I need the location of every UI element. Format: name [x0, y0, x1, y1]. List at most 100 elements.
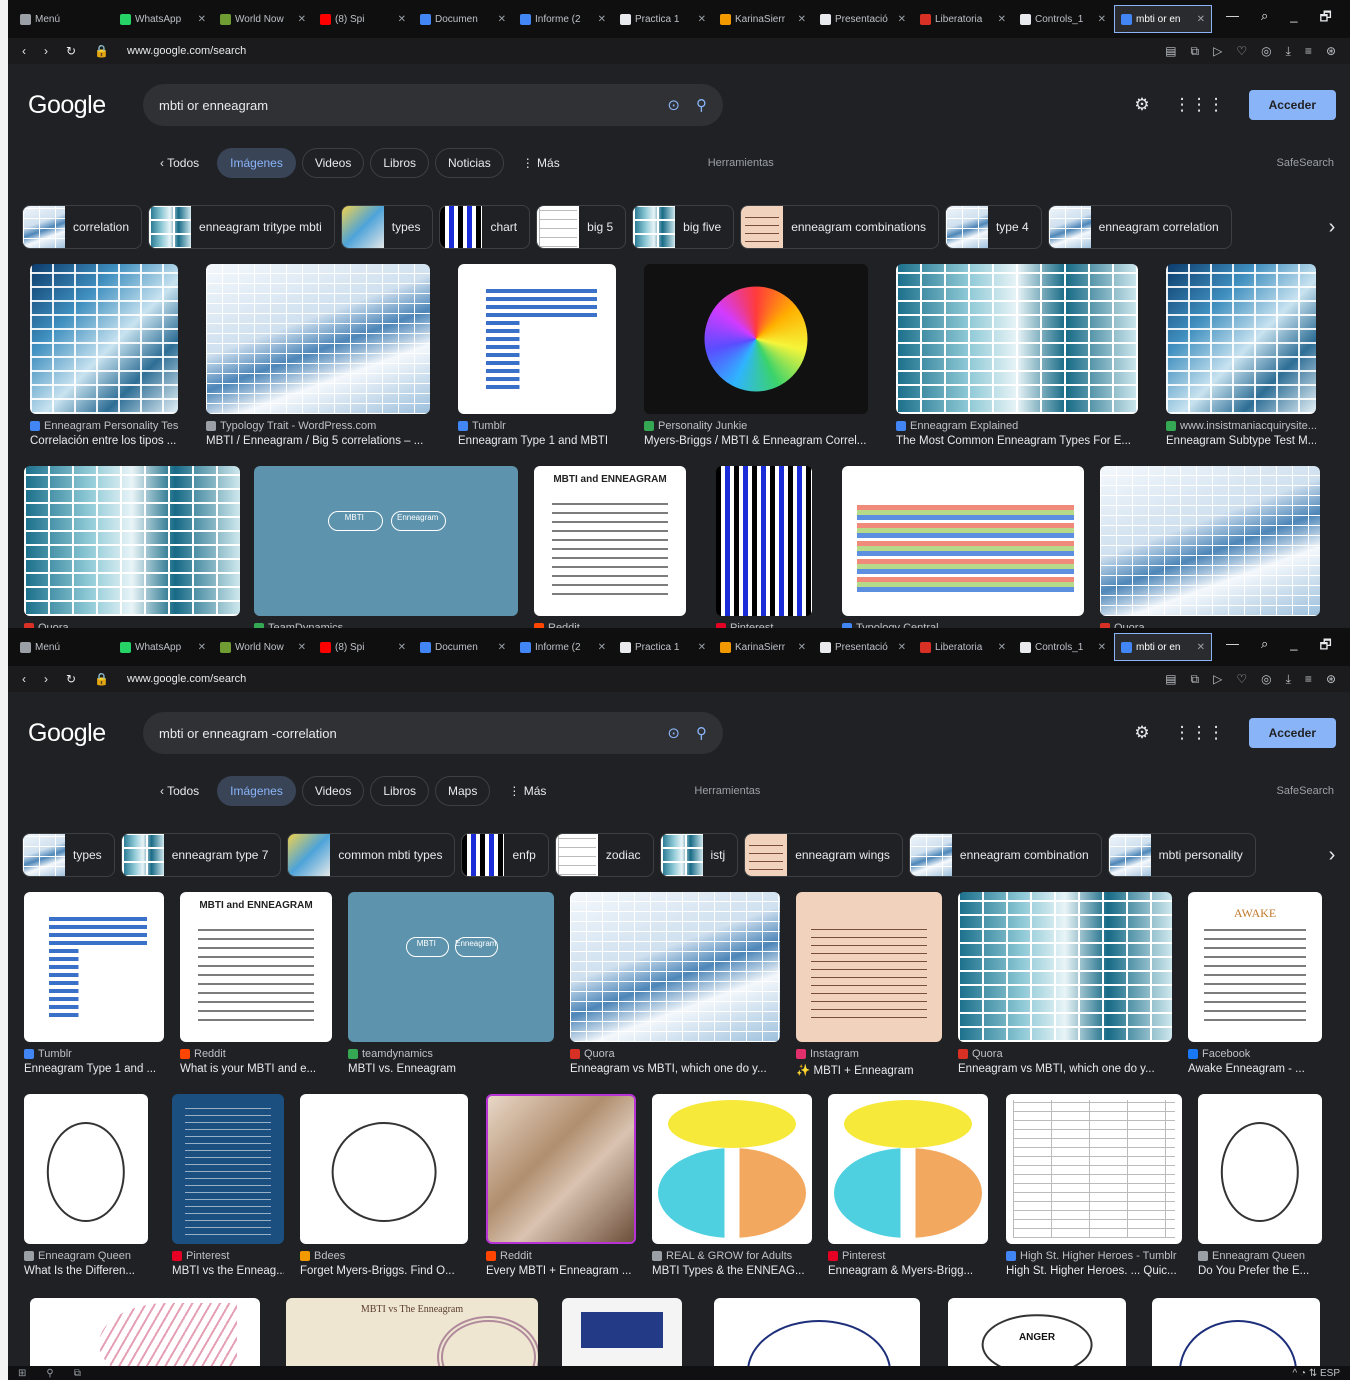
windows-start-icon[interactable]: ⊞: [18, 1368, 26, 1379]
image-result[interactable]: [1152, 1298, 1320, 1366]
result-title[interactable]: Forget Myers-Briggs. Find O...: [300, 1265, 468, 1277]
google-logo[interactable]: Google: [28, 719, 143, 748]
result-title[interactable]: MBTI / Enneagram / Big 5 correlations – …: [206, 435, 430, 447]
result-thumbnail[interactable]: [30, 1298, 260, 1366]
result-source[interactable]: REAL & GROW for Adults: [652, 1250, 812, 1262]
result-source[interactable]: Enneagram Queen: [1198, 1250, 1322, 1262]
window-control-icon[interactable]: —: [1226, 636, 1239, 658]
window-control-icon[interactable]: 🗗: [1320, 636, 1332, 658]
browser-tab[interactable]: Informe (2 ✕: [514, 633, 612, 661]
image-result[interactable]: www.insistmaniacquirysite... Enneagram Su…: [1166, 264, 1316, 447]
menu-icon[interactable]: ≡: [1305, 672, 1312, 687]
image-result[interactable]: ANGER: [948, 1298, 1126, 1366]
result-title[interactable]: Enneagram vs MBTI, which one do y...: [958, 1063, 1172, 1075]
result-source[interactable]: Tumblr: [458, 420, 616, 432]
result-title[interactable]: Enneagram Type 1 and ...: [24, 1063, 164, 1075]
result-source[interactable]: Enneagram Queen: [24, 1250, 148, 1262]
result-title[interactable]: What Is the Differen...: [24, 1265, 148, 1277]
related-search-chip[interactable]: enneagram combinations: [740, 205, 939, 249]
result-thumbnail[interactable]: [172, 1094, 284, 1244]
image-result[interactable]: Enneagram Personality Test Correlación en…: [30, 264, 178, 447]
play-icon[interactable]: ▷: [1213, 672, 1222, 687]
filter-maps[interactable]: Maps: [435, 776, 491, 806]
back-icon[interactable]: ‹: [22, 44, 26, 58]
result-source[interactable]: Enneagram Explained: [896, 420, 1138, 432]
filter-videos[interactable]: Videos: [301, 776, 365, 806]
tab-close-icon[interactable]: ✕: [398, 14, 406, 25]
window-control-icon[interactable]: _: [1290, 636, 1297, 658]
address-bar[interactable]: www.google.com/search: [127, 45, 246, 57]
result-thumbnail[interactable]: [652, 1094, 812, 1244]
result-source[interactable]: Enneagram Personality Test: [30, 420, 178, 432]
filter-imágenes[interactable]: Imágenes: [217, 148, 296, 178]
heart-icon[interactable]: ♡: [1236, 672, 1247, 687]
tab-close-icon[interactable]: ✕: [498, 14, 506, 25]
signin-button[interactable]: Acceder: [1248, 90, 1336, 120]
related-search-chip[interactable]: enneagram combination: [908, 833, 1102, 877]
wallet-icon[interactable]: ◎: [1261, 672, 1271, 687]
browser-tab[interactable]: Practica 1 ✕: [614, 5, 712, 33]
window-control-icon[interactable]: 🗗: [1320, 8, 1332, 30]
browser-tab[interactable]: Documen ✕: [414, 633, 512, 661]
browser-tab[interactable]: mbti or en ✕: [1114, 5, 1212, 33]
image-result[interactable]: Personality Junkie Myers-Briggs / MBTI & …: [644, 264, 868, 447]
image-result[interactable]: Tumblr Enneagram Type 1 and MBTI: [458, 264, 616, 447]
browser-tab[interactable]: Practica 1 ✕: [614, 633, 712, 661]
browser-tab[interactable]: Controls_1 ✕: [1014, 633, 1112, 661]
related-search-chip[interactable]: type 4: [944, 205, 1042, 249]
tab-close-icon[interactable]: ✕: [698, 642, 706, 653]
related-search-chip[interactable]: big 5: [536, 205, 627, 249]
result-thumbnail[interactable]: [714, 1298, 920, 1366]
settings-icon[interactable]: ⚙: [1134, 723, 1149, 743]
result-source[interactable]: High St. Higher Heroes - Tumblr: [1006, 1250, 1182, 1262]
result-title[interactable]: MBTI vs. Enneagram: [348, 1063, 554, 1075]
image-result[interactable]: Quora Enneagram vs MBTI, which one do y..…: [958, 892, 1172, 1075]
result-source[interactable]: Quora: [958, 1048, 1172, 1060]
image-result[interactable]: High St. Higher Heroes - Tumblr High St. …: [1006, 1094, 1182, 1277]
result-source[interactable]: Personality Junkie: [644, 420, 868, 432]
tab-close-icon[interactable]: ✕: [798, 642, 806, 653]
search-icon[interactable]: ⚲: [696, 96, 707, 114]
related-search-chip[interactable]: chart: [439, 205, 531, 249]
taskbar-search-icon[interactable]: ⚲: [46, 1368, 53, 1379]
result-thumbnail[interactable]: MBTI Enneagram: [254, 466, 518, 616]
result-source[interactable]: Instagram: [796, 1048, 942, 1060]
browser-tab[interactable]: Presentació ✕: [814, 5, 912, 33]
image-result[interactable]: MBTI vs The Enneagram: [286, 1298, 538, 1366]
related-search-chip[interactable]: types: [340, 205, 434, 249]
result-source[interactable]: teamdynamics: [348, 1048, 554, 1060]
image-result[interactable]: Pinterest MBTI vs the Enneag...: [172, 1094, 284, 1277]
window-control-icon[interactable]: —: [1226, 8, 1239, 30]
image-result[interactable]: MBTI and ENNEAGRAM Reddit What is your MBT…: [180, 892, 332, 1075]
heart-icon[interactable]: ♡: [1236, 44, 1247, 59]
search-query[interactable]: mbti or enneagram: [159, 98, 268, 113]
result-thumbnail[interactable]: [1152, 1298, 1320, 1366]
browser-tab[interactable]: Liberatoria ✕: [914, 633, 1012, 661]
result-source[interactable]: Typology Trait - WordPress.com: [206, 420, 430, 432]
result-thumbnail[interactable]: AWAKE: [1188, 892, 1322, 1042]
result-thumbnail[interactable]: [570, 892, 780, 1042]
tools-button[interactable]: Herramientas: [708, 157, 774, 169]
result-title[interactable]: MBTI Types & the ENNEAG...: [652, 1265, 812, 1277]
image-result[interactable]: Quora: [1100, 466, 1320, 628]
google-logo[interactable]: Google: [28, 91, 143, 120]
result-thumbnail[interactable]: [300, 1094, 468, 1244]
tools-button[interactable]: Herramientas: [694, 785, 760, 797]
tab-close-icon[interactable]: ✕: [898, 14, 906, 25]
forward-icon[interactable]: ›: [44, 672, 48, 686]
tab-close-icon[interactable]: ✕: [198, 14, 206, 25]
chevron-right-icon[interactable]: ›: [1314, 205, 1350, 249]
related-search-chip[interactable]: types: [22, 833, 115, 877]
result-thumbnail[interactable]: MBTI and ENNEAGRAM: [534, 466, 686, 616]
search-query[interactable]: mbti or enneagram -correlation: [159, 726, 337, 741]
task-view-icon[interactable]: ⧉: [74, 1368, 81, 1379]
image-result[interactable]: [30, 1298, 260, 1366]
tab-close-icon[interactable]: ✕: [1197, 642, 1205, 653]
image-result[interactable]: Bdees Forget Myers-Briggs. Find O...: [300, 1094, 468, 1277]
filter-videos[interactable]: Videos: [301, 148, 365, 178]
image-result[interactable]: Enneagram Explained The Most Common Ennea…: [896, 264, 1138, 447]
tab-close-icon[interactable]: ✕: [1098, 642, 1106, 653]
tab-close-icon[interactable]: ✕: [598, 642, 606, 653]
result-title[interactable]: MBTI vs the Enneag...: [172, 1265, 284, 1277]
result-source[interactable]: Pinterest: [172, 1250, 284, 1262]
